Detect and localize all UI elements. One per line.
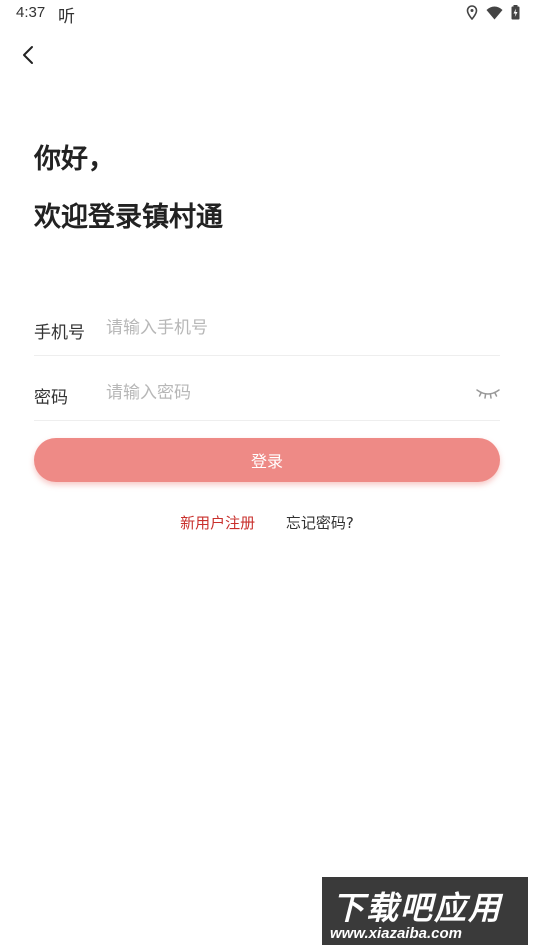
status-icons (466, 5, 520, 20)
eye-closed-icon[interactable] (476, 385, 500, 401)
register-link[interactable]: 新用户注册 (180, 514, 255, 532)
back-button[interactable] (16, 42, 40, 68)
watermark-url: www.xiazaiba.com (330, 925, 462, 942)
watermark-logo: 下载吧应用 www.xiazaiba.com (320, 875, 530, 947)
password-field: 密码 (34, 355, 500, 421)
battery-charging-icon (511, 5, 520, 20)
status-bar: 4:37 听 (0, 0, 534, 28)
location-icon (466, 5, 478, 20)
forgot-password-link[interactable]: 忘记密码? (286, 514, 354, 532)
watermark-title: 下载吧应用 (332, 889, 503, 927)
auth-links: 新用户注册 忘记密码? (0, 512, 534, 533)
status-time: 4:37 (16, 4, 46, 21)
welcome-title: 欢迎登录镇村通 (34, 202, 223, 233)
phone-label: 手机号 (34, 323, 85, 343)
login-button[interactable]: 登录 (34, 438, 500, 482)
wifi-icon (486, 6, 503, 19)
greeting-title: 你好， (34, 144, 115, 175)
chevron-left-icon (23, 46, 33, 64)
status-app-indicator: 听 (58, 7, 75, 27)
password-input[interactable] (106, 375, 466, 411)
password-label: 密码 (34, 388, 68, 408)
phone-field: 手机号 (34, 290, 500, 356)
phone-input[interactable] (106, 310, 466, 346)
